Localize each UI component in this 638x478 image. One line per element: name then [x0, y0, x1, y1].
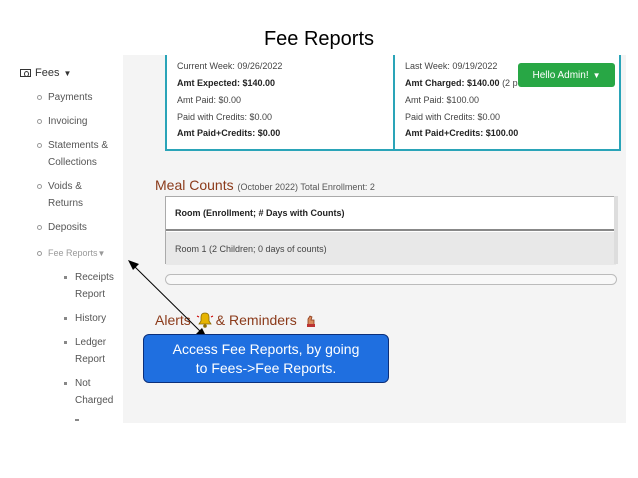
sidebar-subitem-ledger-report[interactable]: Ledger Report	[75, 334, 106, 368]
money-icon	[20, 69, 31, 77]
callout-line-1: Access Fee Reports, by going	[172, 341, 360, 357]
square-bullet-icon	[64, 341, 67, 344]
current-week-label: Current Week: 09/26/2022	[177, 61, 283, 71]
sidebar-item-label: Fee Reports	[48, 248, 98, 258]
bullet-icon	[37, 251, 42, 256]
callout-line-2: to Fees->Fee Reports.	[195, 360, 337, 376]
sidebar-item-label: Report	[75, 354, 106, 365]
bullet-icon	[37, 95, 42, 100]
square-bullet-icon	[64, 382, 67, 385]
sidebar-item-payments[interactable]: Payments	[48, 89, 92, 106]
meal-counts-table: Room (Enrollment; # Days with Counts) Ro…	[165, 196, 617, 265]
bullet-icon	[37, 119, 42, 124]
bullet-icon	[37, 143, 42, 148]
sidebar-subitem-receipts-report[interactable]: Receipts Report	[75, 269, 114, 303]
current-week-card: Current Week: 09/26/2022 Amt Expected: $…	[165, 55, 395, 151]
meal-counts-subtitle: (October 2022) Total Enrollment: 2	[237, 182, 375, 192]
horizontal-scrollbar[interactable]	[165, 274, 617, 285]
table-row[interactable]: Room 1 (2 Children; 0 days of counts)	[166, 232, 616, 265]
sidebar-item-fee-reports[interactable]: Fee Reports▼	[48, 245, 105, 262]
bullet-icon	[37, 225, 42, 230]
amt-expected: Amt Expected: $140.00	[177, 78, 276, 88]
amt-paid: Amt Paid: $0.00	[177, 95, 242, 105]
paid-with-credits: Paid with Credits: $0.00	[405, 112, 501, 122]
sidebar-item-deposits[interactable]: Deposits	[48, 219, 87, 236]
last-week-label: Last Week: 09/19/2022	[405, 61, 498, 71]
sidebar-item-statements[interactable]: Statements & Collections	[48, 137, 108, 171]
sidebar-item-label: Charged	[75, 395, 114, 406]
fees-menu-toggle[interactable]: Fees ▼	[20, 67, 71, 79]
sidebar-item-label: Returns	[48, 198, 84, 209]
sidebar-item-label: Receipts	[75, 272, 114, 283]
reminder-hand-icon	[306, 315, 315, 327]
square-bullet-icon	[64, 317, 67, 320]
hello-admin-button[interactable]: Hello Admin! ▼	[518, 63, 615, 87]
amt-paid-credits: Amt Paid+Credits: $0.00	[177, 128, 281, 138]
callout-box: Access Fee Reports, by going to Fees->Fe…	[143, 334, 389, 383]
caret-down-icon: ▼	[63, 68, 72, 78]
table-header: Room (Enrollment; # Days with Counts)	[166, 197, 616, 231]
sidebar-item-label: Voids &	[48, 181, 82, 192]
sidebar-item-label: Not	[75, 378, 91, 389]
sidebar-subitem-not-charged[interactable]: Not Charged	[75, 375, 113, 409]
bell-icon	[196, 312, 214, 328]
hello-admin-label: Hello Admin!	[532, 69, 589, 81]
reminders-label: & Reminders	[215, 312, 297, 328]
meal-counts-title: Meal Counts	[155, 177, 234, 193]
caret-down-icon: ▼	[592, 70, 601, 80]
alerts-heading: Alerts & Reminders	[155, 311, 319, 329]
square-bullet-icon	[64, 276, 67, 279]
sidebar-item-label: Report	[75, 289, 106, 300]
sidebar-item-voids[interactable]: Voids & Returns	[48, 178, 83, 212]
paid-with-credits: Paid with Credits: $0.00	[177, 112, 273, 122]
sidebar-item-label: Collections	[48, 157, 97, 168]
alerts-label: Alerts	[155, 312, 191, 328]
amt-paid: Amt Paid: $100.00	[405, 95, 480, 105]
vertical-scrollbar[interactable]	[614, 196, 618, 264]
square-bullet-icon	[75, 419, 79, 421]
caret-down-icon: ▼	[97, 249, 106, 258]
meal-counts-heading: Meal Counts (October 2022) Total Enrollm…	[155, 177, 375, 193]
sidebar-item-label: Ledger	[75, 337, 107, 348]
sidebar-item-invoicing[interactable]: Invoicing	[48, 113, 87, 130]
sidebar-item-label: Statements &	[48, 140, 109, 151]
sidebar: Fees ▼ Payments Invoicing Statements & C…	[0, 55, 123, 423]
slide-title: Fee Reports	[263, 28, 375, 50]
sidebar-subitem-history[interactable]: History	[75, 310, 106, 327]
amt-paid-credits: Amt Paid+Credits: $100.00	[405, 128, 519, 138]
partial-text: (2 p	[502, 78, 518, 88]
bullet-icon	[37, 184, 42, 189]
amt-charged: Amt Charged: $140.00 (2 p	[405, 78, 518, 88]
fees-label: Fees	[35, 67, 60, 79]
